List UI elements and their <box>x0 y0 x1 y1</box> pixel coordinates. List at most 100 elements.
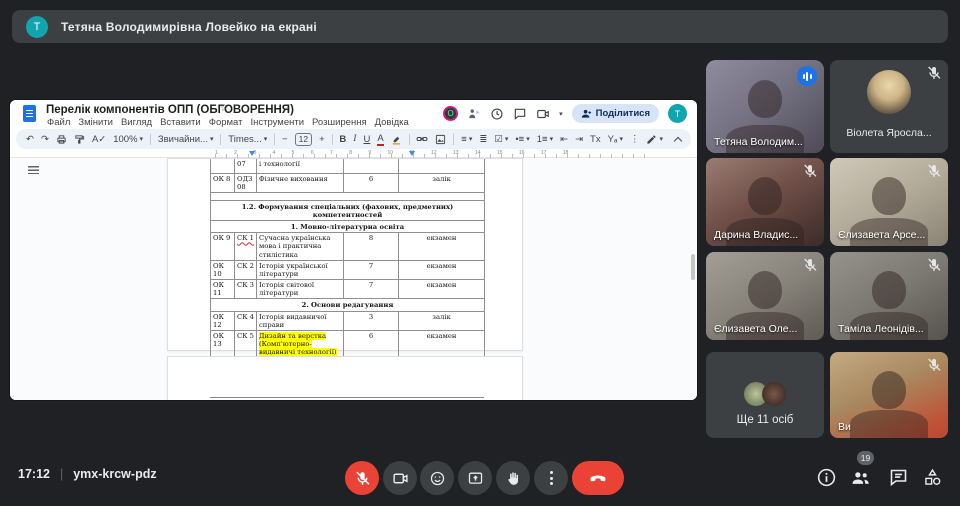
version-history-icon[interactable] <box>490 107 504 121</box>
reactions-button[interactable] <box>420 461 454 495</box>
toolbar-more-icon[interactable]: ⋮ <box>630 134 640 145</box>
text-color-button[interactable]: A <box>377 133 383 146</box>
leave-call-button[interactable] <box>572 461 624 495</box>
camera-toggle-button[interactable] <box>383 461 417 495</box>
checklist-icon[interactable]: ☑▾ <box>494 134 508 145</box>
meet-camera-icon[interactable] <box>536 107 550 121</box>
tile-participant-6[interactable]: Таміла Леонідів... <box>830 252 948 340</box>
numbered-list-icon[interactable]: 1≡▾ <box>537 134 553 145</box>
meeting-details-icon[interactable] <box>816 467 837 488</box>
insert-link-icon[interactable] <box>416 133 428 145</box>
docs-scrollbar[interactable] <box>691 254 695 280</box>
participant-name: Тетяна Володим... <box>714 136 803 148</box>
share-button[interactable]: Поділитися <box>572 104 659 123</box>
account-avatar[interactable]: Т <box>668 104 687 123</box>
participant-name: Єлизавета Арсе... <box>838 229 925 241</box>
indent-marker-left[interactable] <box>249 151 255 156</box>
misspelled-text: СК 1 <box>237 234 254 242</box>
self-label: Ви <box>838 421 851 433</box>
participant-count-badge: 19 <box>857 451 874 465</box>
hide-menus-button[interactable] <box>674 136 682 144</box>
participant-name: Єлизавета Оле... <box>714 323 797 335</box>
table-row: ОК 12 СК 4 Історія видавничої справи 3 з… <box>211 311 485 330</box>
highlight-color-button[interactable] <box>391 134 402 145</box>
bold-button[interactable]: B <box>339 134 346 145</box>
raise-hand-button[interactable] <box>496 461 530 495</box>
menu-help[interactable]: Довідка <box>375 117 409 128</box>
document-page-1[interactable]: 07 і технології ОК 8 ОДЗ 08 Фізичне вихо… <box>167 158 523 351</box>
table-section-row: 1.2. Формування спеціальних (фахових, пр… <box>211 200 485 220</box>
tile-more-participants[interactable]: Ще 11 осіб <box>706 352 824 438</box>
components-table[interactable]: 07 і технології ОК 8 ОДЗ 08 Фізичне вихо… <box>210 159 485 362</box>
meeting-info: 17:12 | ymx-krcw-pdz <box>18 467 157 481</box>
increase-indent-icon[interactable]: ⇥ <box>575 134 583 145</box>
menu-extensions[interactable]: Розширення <box>312 117 367 128</box>
redo-icon[interactable]: ↷ <box>41 134 49 145</box>
document-page-2[interactable] <box>167 356 523 400</box>
docs-star-icon[interactable]: ☆ <box>220 103 235 114</box>
tile-participant-2[interactable]: Віолета Яросла... <box>830 60 948 153</box>
tile-participant-4[interactable]: Єлизавета Арсе... <box>830 158 948 246</box>
zoom-select[interactable]: 100%▾ <box>113 134 143 145</box>
underline-button[interactable]: U <box>363 134 370 145</box>
stacked-avatars <box>744 382 786 406</box>
font-size-decrease[interactable]: − <box>282 134 288 145</box>
styles-select[interactable]: Звичайни...▾ <box>158 134 214 145</box>
mic-off-icon <box>802 163 818 179</box>
participant-name: Дарина Владис... <box>714 229 798 241</box>
menu-insert[interactable]: Вставити <box>160 117 201 128</box>
font-select[interactable]: Times...▾ <box>228 134 267 145</box>
menu-format[interactable]: Формат <box>209 117 243 128</box>
camera-dropdown-caret[interactable]: ▾ <box>559 110 563 118</box>
docs-title[interactable]: Перелік компонентів ОПП (ОБГОВОРЕННЯ) <box>46 104 294 116</box>
insert-image-icon[interactable] <box>435 134 446 145</box>
more-options-button[interactable] <box>534 461 568 495</box>
undo-icon[interactable]: ↶ <box>26 134 34 145</box>
mic-off-icon <box>926 65 942 81</box>
print-icon[interactable] <box>56 134 67 145</box>
line-spacing-icon[interactable]: ≣ <box>479 134 487 145</box>
tile-self-view[interactable]: Ви <box>830 352 948 438</box>
bulleted-list-icon[interactable]: •≡▾ <box>515 134 529 145</box>
presenter-hand-icon[interactable] <box>467 107 481 121</box>
decrease-indent-icon[interactable]: ⇤ <box>560 134 568 145</box>
docs-canvas[interactable]: 07 і технології ОК 8 ОДЗ 08 Фізичне вихо… <box>10 159 697 400</box>
tile-participant-1[interactable]: Тетяна Володим... <box>706 60 824 153</box>
people-panel-icon[interactable] <box>850 467 871 488</box>
docs-ruler[interactable]: 1 2 3 4 5 6 7 8 9 10 11 12 13 14 15 16 1… <box>10 150 697 158</box>
paint-format-icon[interactable] <box>74 134 85 145</box>
more-participants-label: Ще 11 осіб <box>706 414 824 426</box>
table-row: ОК 10 СК 2 Історія української літератур… <box>211 260 485 279</box>
font-size-input[interactable]: 12 <box>295 133 312 146</box>
presenter-avatar: Т <box>26 16 48 38</box>
mic-off-icon <box>926 163 942 179</box>
translate-icon[interactable]: Yₐ▾ <box>608 134 623 145</box>
present-button[interactable] <box>458 461 492 495</box>
tile-participant-5[interactable]: Єлизавета Оле... <box>706 252 824 340</box>
font-size-increase[interactable]: + <box>319 134 325 145</box>
mic-off-icon <box>802 257 818 273</box>
menu-tools[interactable]: Інструменти <box>250 117 304 128</box>
spellcheck-icon[interactable]: A✓ <box>92 134 106 145</box>
mic-toggle-button[interactable] <box>345 461 379 495</box>
collaborator-avatar[interactable]: О <box>443 106 458 121</box>
next-table-edge <box>210 397 484 398</box>
menu-edit[interactable]: Змінити <box>78 117 113 128</box>
chat-panel-icon[interactable] <box>888 467 909 488</box>
menu-view[interactable]: Вигляд <box>121 117 152 128</box>
bottom-bar: 17:12 | ymx-krcw-pdz 19 <box>0 450 960 506</box>
participant-name: Таміла Леонідів... <box>838 323 924 335</box>
table-section-row: 2. Основи редагування <box>211 299 485 311</box>
tile-participant-3[interactable]: Дарина Владис... <box>706 158 824 246</box>
indent-marker-right[interactable] <box>409 151 415 156</box>
table-row: 07 і технології <box>211 159 485 173</box>
align-icon[interactable]: ≡▾ <box>461 134 472 145</box>
comments-icon[interactable] <box>513 107 527 121</box>
menu-file[interactable]: Файл <box>47 117 70 128</box>
editing-mode-button[interactable]: ▾ <box>646 134 663 145</box>
activities-icon[interactable] <box>922 467 943 488</box>
clear-formatting-icon[interactable]: Tx <box>590 134 601 145</box>
document-outline-icon[interactable] <box>28 166 39 175</box>
docs-file-icon <box>23 105 36 122</box>
italic-button[interactable]: I <box>353 134 356 144</box>
